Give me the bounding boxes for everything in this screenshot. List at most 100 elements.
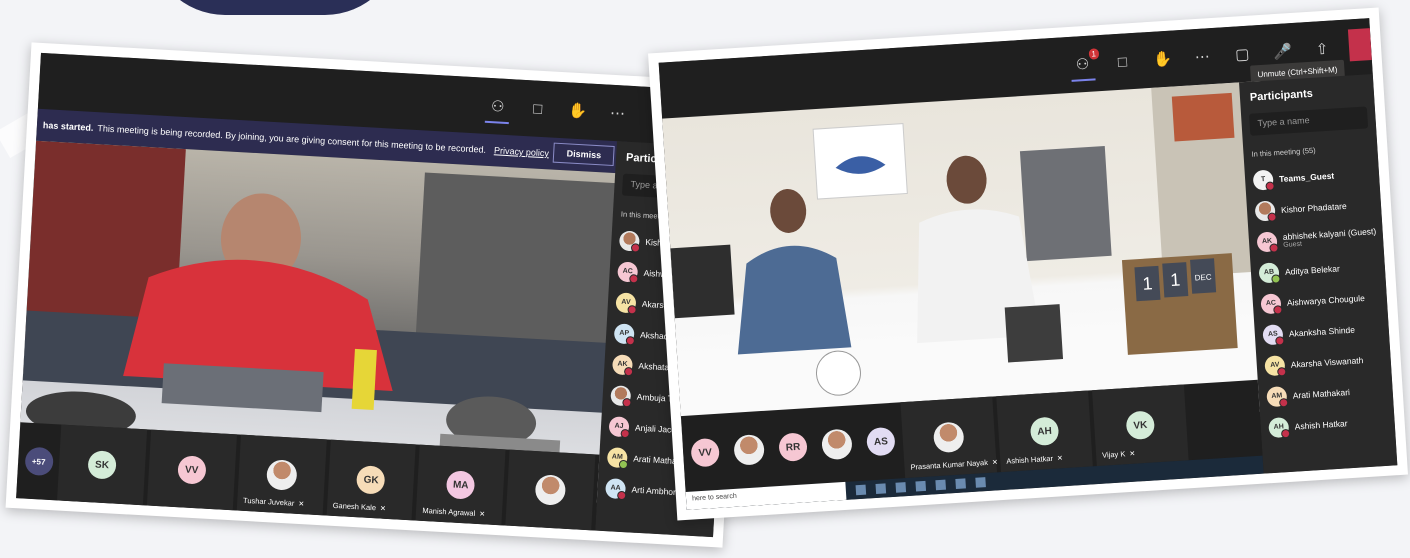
participant-avatar: AM	[606, 446, 628, 468]
participant-avatar: AM	[1266, 385, 1288, 407]
edge-icon[interactable]	[875, 483, 887, 494]
participant-photo	[821, 428, 853, 461]
participant-video-tile[interactable]: VV	[146, 429, 237, 511]
participant-avatar: AV	[1264, 354, 1286, 376]
mic-muted-icon: ✕	[479, 511, 486, 519]
participant-video-tile[interactable]: SK	[57, 424, 148, 506]
participant-name: Ashish Hatkar	[1294, 417, 1348, 432]
participant-photo	[932, 421, 965, 454]
more-icon[interactable]: ⋯	[608, 104, 627, 123]
participant-avatar: AS	[1262, 323, 1284, 345]
participant-avatar: AK	[1256, 230, 1278, 253]
meeting-screenshot-right: ⚇ 1 □ ✋ ⋯ ▢ 🎤 ⇧ Unmute (Ctrl+Shift+M) 1 …	[648, 7, 1408, 521]
tile-name-text: Ashish Hatkar	[1006, 453, 1054, 466]
tile-name: Prasanta Kumar Nayak ✕	[910, 457, 999, 472]
mic-off-icon[interactable]: 🎤	[1273, 42, 1293, 61]
dismiss-button[interactable]: Dismiss	[553, 142, 615, 167]
participant-avatar: AB	[1258, 261, 1280, 283]
raise-hand-icon[interactable]: ✋	[568, 101, 588, 120]
participant-video-tile[interactable]: AS	[857, 402, 906, 481]
task-view-icon[interactable]	[855, 484, 867, 496]
participant-video-tile[interactable]	[813, 405, 862, 484]
participant-video-tile[interactable]: GK Ganesh Kale ✕	[326, 439, 417, 521]
share-icon[interactable]: ⇧	[1313, 40, 1332, 59]
participant-avatar	[610, 384, 632, 406]
participant-video-tile[interactable]	[725, 411, 774, 490]
calendar-digit-2: 1	[1170, 269, 1181, 290]
decorative-banner-shape	[150, 0, 400, 15]
folder-icon[interactable]	[895, 482, 907, 493]
mic-muted-icon: ✕	[991, 459, 999, 467]
participant-avatar: AC	[617, 260, 639, 283]
participant-video-tile[interactable]: Prasanta Kumar Nayak ✕	[900, 396, 999, 479]
participant-avatar: VV	[690, 437, 721, 468]
privacy-policy-link[interactable]: Privacy policy	[494, 145, 549, 158]
banner-started: has started.	[42, 120, 94, 133]
participant-video-tile[interactable]: MA Manish Agrawal ✕	[415, 444, 506, 526]
mic-muted-icon: ✕	[1056, 455, 1064, 463]
teams-window-right: ⚇ 1 □ ✋ ⋯ ▢ 🎤 ⇧ Unmute (Ctrl+Shift+M) 1 …	[658, 18, 1398, 510]
participant-avatar: AS	[866, 426, 896, 457]
leave-button[interactable]	[1347, 28, 1372, 62]
participant-video-tile[interactable]: RR	[769, 408, 818, 487]
participant-avatar: AV	[615, 291, 637, 313]
participant-name: Arati Mathakari	[1292, 386, 1351, 401]
chrome-icon[interactable]	[935, 479, 947, 491]
participant-photo	[733, 433, 766, 466]
participant-photo	[265, 459, 298, 491]
participant-video-tile[interactable]: VV	[681, 413, 730, 492]
participant-avatar: MA	[446, 470, 476, 500]
tile-name-text: Tushar Juvekar	[242, 495, 295, 508]
overflow-count-label: +57	[23, 446, 54, 477]
people-icon[interactable]: ⚇ 1	[1073, 48, 1100, 74]
tile-name: Ashish Hatkar ✕	[1006, 453, 1063, 466]
mail-icon[interactable]	[955, 478, 966, 489]
participant-avatar: AH	[1029, 416, 1060, 447]
participant-avatar: RR	[778, 432, 808, 462]
participant-name: Teams_Guest	[1278, 170, 1335, 184]
tile-name-text: Manish Agrawal	[422, 505, 476, 518]
participant-avatar: VV	[176, 455, 207, 485]
participant-search-input[interactable]: Type a name	[1249, 106, 1369, 136]
chat-icon[interactable]: □	[1113, 53, 1132, 71]
more-icon[interactable]: ⋯	[1193, 47, 1212, 66]
participant-video-tile[interactable]: Tushar Juvekar ✕	[236, 434, 327, 516]
people-count-badge: 1	[1088, 48, 1100, 60]
tile-name-text: Vijay K	[1101, 449, 1126, 460]
participant-avatar: AC	[1260, 292, 1282, 314]
participant-name: Aishwarya Chougule	[1286, 292, 1366, 308]
participant-photo	[534, 474, 567, 506]
chat-icon[interactable]: □	[528, 100, 547, 118]
tile-name: Manish Agrawal ✕	[422, 506, 485, 518]
camera-off-icon[interactable]: ▢	[1233, 45, 1252, 64]
participant-avatar: AP	[613, 322, 635, 344]
participant-name: Akarsha Viswanath	[1290, 354, 1364, 370]
tile-name: Tushar Juvekar ✕	[243, 496, 305, 508]
tile-name: Vijay K ✕	[1101, 449, 1136, 460]
participant-video-tile[interactable]: VK Vijay K ✕	[1092, 384, 1189, 467]
participant-video-tile[interactable]	[505, 449, 596, 531]
participant-video-tile[interactable]: AH Ashish Hatkar ✕	[996, 390, 1093, 473]
raise-hand-icon[interactable]: ✋	[1153, 50, 1173, 69]
teams-window-left: ⚇ □ ✋ ⋯ has started. This meeting is bei…	[16, 52, 738, 538]
store-icon[interactable]	[915, 480, 927, 492]
participant-avatar	[618, 229, 640, 252]
participant-avatar: AK	[611, 353, 634, 375]
calendar-month: DEC	[1194, 272, 1212, 282]
teams-icon[interactable]	[975, 477, 986, 488]
participant-list: T Teams_Guest Kishor Phadatare AK abhishek k…	[1244, 157, 1395, 444]
people-icon[interactable]: ⚇	[488, 97, 507, 116]
participant-avatar: AH	[1268, 416, 1290, 438]
mic-muted-icon: ✕	[379, 505, 387, 513]
participant-avatar: GK	[356, 465, 386, 495]
mic-muted-icon: ✕	[298, 500, 305, 509]
participant-name: Kishor Phadatare	[1280, 200, 1347, 215]
participant-name: Akanksha Shinde	[1288, 324, 1356, 339]
participant-avatar: AJ	[608, 415, 630, 437]
participants-panel: Participants Type a name In this meeting…	[1239, 73, 1398, 474]
overflow-count[interactable]: +57	[16, 422, 61, 500]
tile-name-text: Ganesh Kale	[332, 500, 377, 513]
mic-muted-icon: ✕	[1129, 450, 1136, 459]
calendar-digit-1: 1	[1142, 273, 1153, 294]
tile-name: Ganesh Kale ✕	[332, 501, 386, 513]
